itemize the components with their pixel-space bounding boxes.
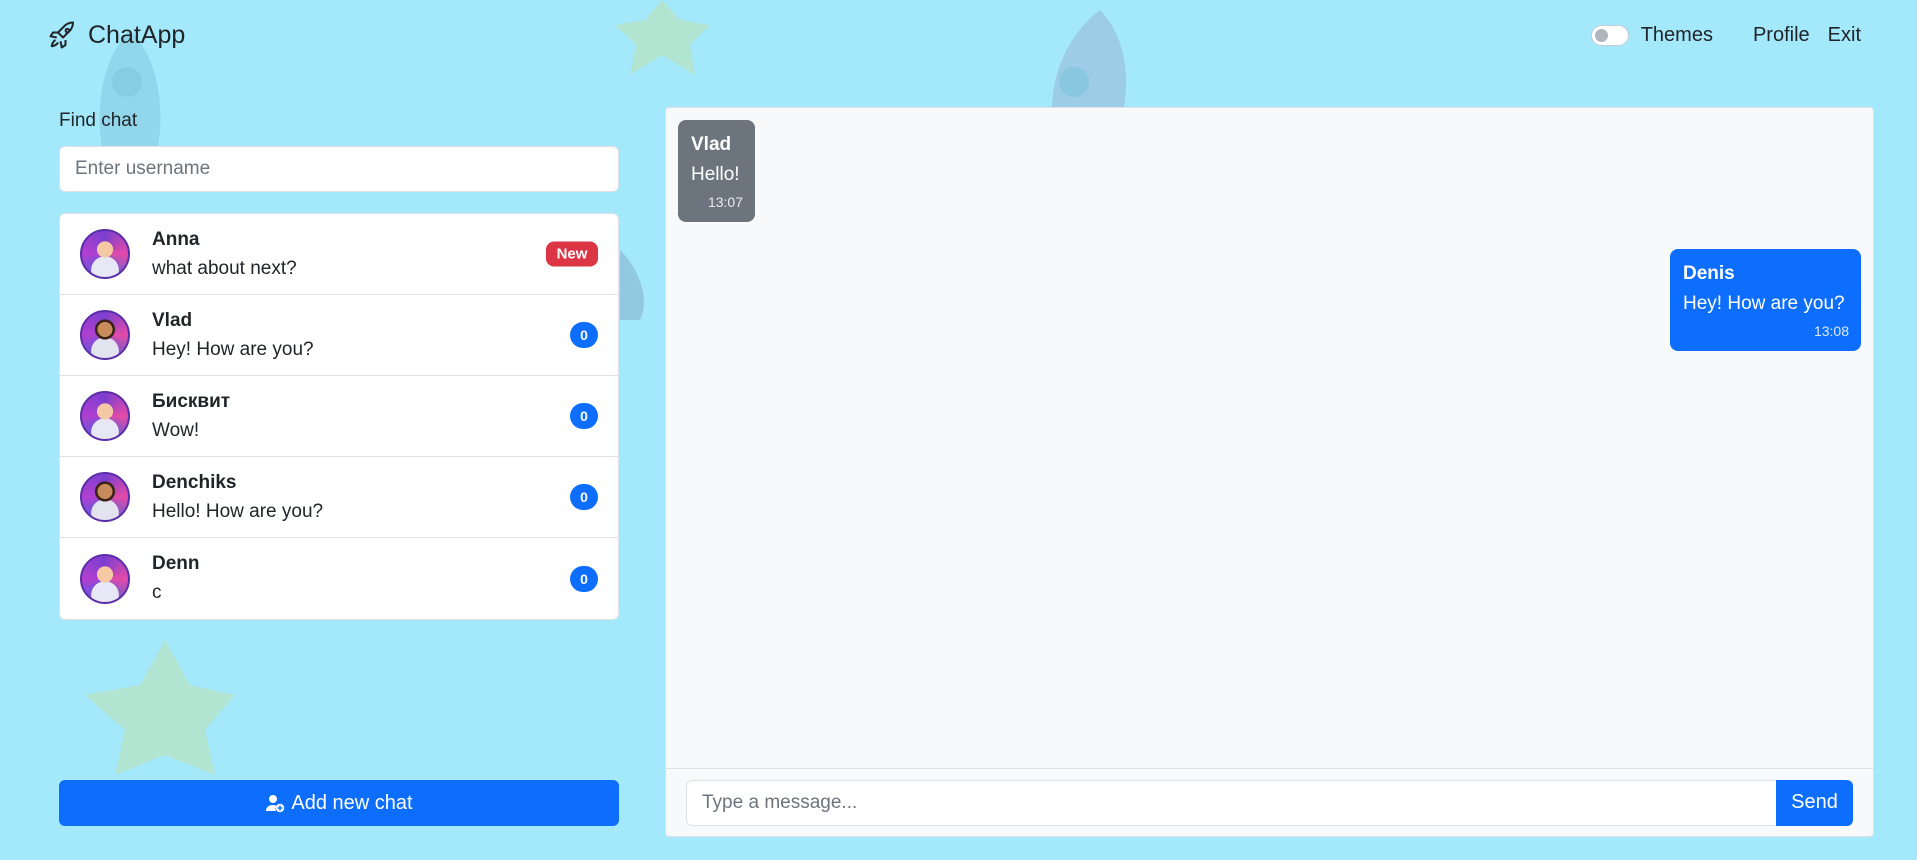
- message-text: Hey! How are you?: [1683, 293, 1845, 314]
- username-search-input[interactable]: [59, 146, 619, 192]
- unread-count-badge: 0: [570, 322, 598, 348]
- add-user-icon: [266, 795, 285, 813]
- avatar: [80, 553, 130, 604]
- chat-name: Бисквит: [152, 390, 231, 412]
- navbar: ChatApp Themes Profile Exit: [0, 0, 1917, 76]
- message-time: 13:08: [1813, 323, 1849, 339]
- sidebar: Find chat Anna what about next? New Vlad…: [59, 110, 619, 620]
- profile-link[interactable]: Profile: [1753, 24, 1810, 47]
- nav-right: Themes Profile Exit: [1590, 24, 1861, 47]
- brand-name: ChatApp: [88, 20, 186, 49]
- exit-link[interactable]: Exit: [1828, 24, 1861, 47]
- new-badge: New: [546, 241, 598, 267]
- theme-toggle[interactable]: [1590, 25, 1629, 46]
- chat-text: Denchiks Hello! How are you?: [152, 472, 323, 523]
- chat-text: Anna what about next?: [152, 229, 297, 280]
- unread-count-badge: 0: [570, 484, 598, 510]
- chat-name: Anna: [152, 228, 200, 250]
- themes-label[interactable]: Themes: [1641, 24, 1713, 47]
- message-composer: Send: [666, 768, 1873, 836]
- message-author: Denis: [1683, 263, 1735, 284]
- avatar: [80, 310, 130, 360]
- add-chat-label: Add new chat: [291, 791, 413, 814]
- chat-last-message: Wow!: [152, 419, 200, 441]
- message-outgoing: Denis Hey! How are you? 13:08: [1670, 249, 1861, 351]
- chat-last-message: what about next?: [152, 257, 297, 279]
- brand[interactable]: ChatApp: [48, 20, 185, 50]
- chat-item-denchiks[interactable]: Denchiks Hello! How are you? 0: [60, 457, 618, 538]
- chat-last-message: Hey! How are you?: [152, 338, 314, 360]
- find-chat-label: Find chat: [59, 110, 138, 131]
- chat-name: Denchiks: [152, 471, 237, 493]
- chat-item-biskvit[interactable]: Бисквит Wow! 0: [60, 376, 618, 457]
- chat-last-message: Hello! How are you?: [152, 500, 324, 522]
- message-author: Vlad: [691, 134, 732, 155]
- message-input[interactable]: [686, 779, 1776, 826]
- message-time: 13:07: [707, 194, 743, 210]
- chat-last-message: c: [152, 582, 162, 603]
- avatar: [80, 229, 130, 279]
- avatar: [80, 472, 130, 522]
- message-incoming: Vlad Hello! 13:07: [678, 120, 755, 222]
- message-list: Vlad Hello! 13:07 Denis Hey! How are you…: [666, 108, 1873, 768]
- chat-panel: Vlad Hello! 13:07 Denis Hey! How are you…: [665, 107, 1874, 837]
- unread-count-badge: 0: [570, 565, 598, 592]
- message-text: Hello!: [691, 164, 740, 185]
- chat-text: Denn c: [152, 553, 200, 604]
- chat-list: Anna what about next? New Vlad Hey! How …: [59, 213, 619, 620]
- chat-name: Denn: [152, 553, 200, 574]
- unread-count-badge: 0: [570, 403, 598, 429]
- chat-text: Бисквит Wow!: [152, 391, 230, 442]
- chat-item-anna[interactable]: Anna what about next? New: [60, 214, 618, 295]
- avatar: [80, 391, 130, 441]
- rocket-icon: [49, 21, 74, 49]
- chat-text: Vlad Hey! How are you?: [152, 310, 314, 361]
- add-new-chat-button[interactable]: Add new chat: [59, 780, 619, 826]
- chat-item-denn[interactable]: Denn c 0: [60, 538, 618, 619]
- chat-name: Vlad: [152, 309, 193, 331]
- send-button[interactable]: Send: [1776, 779, 1853, 826]
- chat-item-vlad[interactable]: Vlad Hey! How are you? 0: [60, 295, 618, 376]
